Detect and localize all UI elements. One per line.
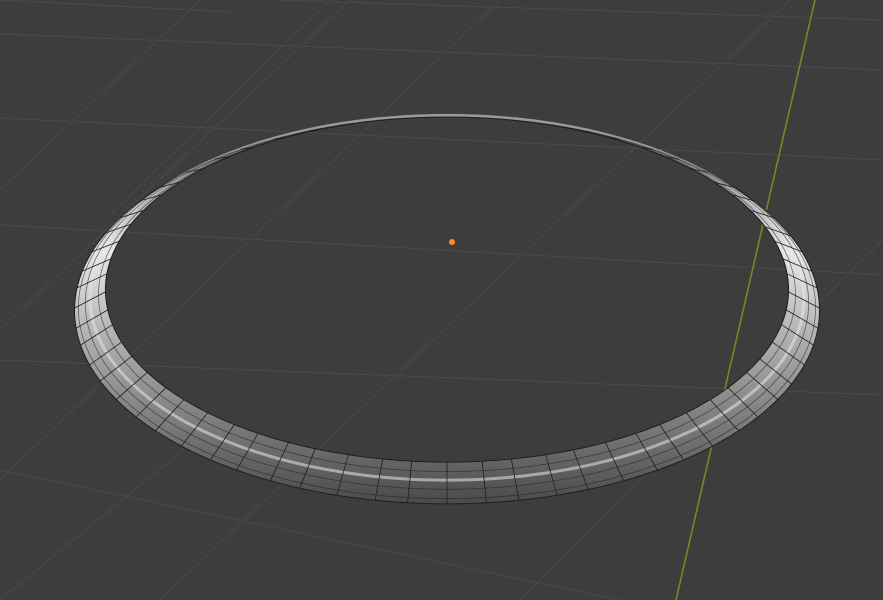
floor-grid: [0, 0, 883, 600]
grid-line: [0, 224, 883, 276]
grid-line: [0, 117, 883, 161]
viewport-scene[interactable]: [0, 0, 883, 600]
grid-line: [109, 0, 331, 216]
grid-line: [0, 0, 501, 481]
torus-mesh[interactable]: [74, 113, 820, 505]
origin-point-icon: [449, 239, 455, 245]
torus-surface[interactable]: [74, 116, 820, 505]
grid-line: [0, 0, 231, 13]
grid-line: [0, 0, 201, 191]
grid-line: [0, 0, 351, 331]
grid-line: [279, 0, 883, 21]
3d-viewport[interactable]: [0, 0, 883, 600]
